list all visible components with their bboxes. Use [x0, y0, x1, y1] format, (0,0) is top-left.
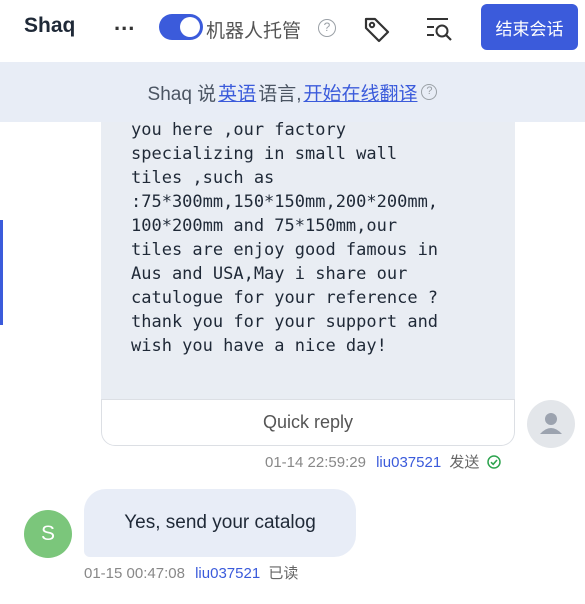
incoming-message-bubble: you here ,our factory specializing in sm…	[101, 96, 515, 446]
search-list-icon[interactable]	[424, 14, 454, 44]
translate-prefix: Shaq 说	[147, 83, 217, 105]
robot-hosting-label: 机器人托管	[206, 21, 302, 42]
user-silhouette-icon	[540, 413, 562, 434]
reply-message-meta: 01-15 00:47:08 liu037521 已读	[84, 562, 298, 583]
more-options-button[interactable]: ...	[114, 10, 135, 36]
message-timestamp: 01-15 00:47:08	[84, 565, 185, 582]
help-icon[interactable]: ?	[318, 19, 336, 37]
agent-id: liu037521	[376, 454, 442, 471]
chat-header: Shaq ... 机器人托管 ? 结束会话	[0, 0, 585, 56]
translate-banner: Shaq 说 英语 语言, 开始在线翻译 ?	[0, 62, 585, 122]
tag-icon[interactable]	[362, 14, 392, 44]
avatar: S	[24, 510, 72, 558]
message-timestamp: 01-14 22:59:29	[265, 454, 366, 471]
read-status: 已读	[268, 565, 299, 582]
agent-id: liu037521	[195, 565, 261, 582]
incoming-message-text: you here ,our factory specializing in sm…	[131, 120, 439, 356]
source-language-link[interactable]: 英语	[218, 79, 256, 106]
incoming-message-meta: 01-14 22:59:29 liu037521 发送	[265, 451, 501, 472]
translate-help-icon[interactable]: ?	[421, 84, 438, 100]
left-edge-accent	[0, 220, 3, 325]
translate-middle-text: 语言,	[258, 83, 302, 105]
sent-check-icon	[486, 455, 501, 469]
contact-name: Shaq	[24, 14, 76, 37]
send-status: 发送	[449, 454, 480, 471]
toggle-knob	[180, 17, 200, 37]
end-session-button[interactable]: 结束会话	[481, 4, 578, 50]
avatar	[527, 400, 575, 448]
robot-hosting-toggle[interactable]	[159, 14, 203, 40]
quick-reply-button[interactable]: Quick reply	[101, 399, 515, 446]
reply-message-bubble: Yes, send your catalog	[84, 489, 356, 557]
start-translation-link[interactable]: 开始在线翻译	[303, 79, 417, 106]
